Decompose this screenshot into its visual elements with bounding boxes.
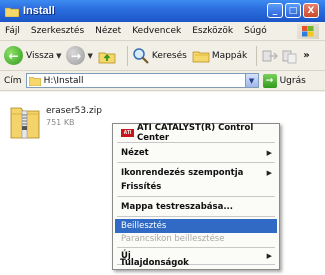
menu-item-paste-shortcut: Parancsikon beillesztése	[115, 232, 277, 246]
search-label: Keresés	[151, 50, 187, 61]
menu-item-properties[interactable]: Tulajdonságok	[114, 256, 276, 269]
menu-item-refresh[interactable]: Frissítés	[115, 180, 277, 194]
menu-separator	[117, 142, 275, 143]
menu-separator	[117, 196, 275, 197]
menu-favorites[interactable]: Kedvencek	[132, 26, 181, 36]
folder-icon	[5, 7, 19, 17]
menu-separator	[117, 247, 275, 248]
menu-item-label: Mappa testreszabása...	[121, 202, 234, 212]
explorer-window: Install _ □ X Fájl Szerkesztés Nézet Ked…	[0, 0, 325, 275]
menu-item-arrange-icons[interactable]: Ikonrendezés szempontja ▶	[115, 166, 277, 180]
menu-item-label: Frissítés	[121, 182, 162, 192]
address-input[interactable]: H:\Install ▼	[25, 73, 259, 88]
address-label: Cím	[4, 75, 22, 86]
go-arrow-icon: →	[262, 73, 277, 88]
submenu-arrow-icon: ▶	[266, 169, 272, 177]
zip-folder-icon	[10, 107, 40, 139]
window-title: Install	[23, 5, 55, 17]
more-chevron[interactable]: »	[303, 50, 309, 61]
menu-item-label: Nézet	[121, 148, 149, 158]
folders-button[interactable]: Mappák	[192, 47, 247, 65]
toolbar-separator	[256, 45, 258, 66]
folder-icon	[28, 76, 41, 86]
back-arrow-icon: ←	[4, 46, 23, 65]
menu-item-paste[interactable]: Beillesztés	[115, 219, 277, 233]
menu-item-label: Ikonrendezés szempontja	[121, 168, 244, 178]
title-bar[interactable]: Install _ □ X	[0, 0, 325, 22]
menu-bar: Fájl Szerkesztés Nézet Kedvencek Eszközö…	[0, 22, 325, 41]
toolbar-separator	[126, 45, 128, 66]
copy-to-icon[interactable]	[281, 47, 299, 65]
forward-button[interactable]: → ▼	[66, 46, 93, 65]
menu-item-customize-folder[interactable]: Mappa testreszabása...	[115, 200, 277, 214]
forward-arrow-icon: →	[66, 46, 86, 65]
context-menu: ATI ATI CATALYST(R) Control Center Nézet…	[112, 123, 280, 270]
menu-tools[interactable]: Eszközök	[192, 26, 233, 36]
folder-up-icon	[98, 52, 116, 63]
folders-icon	[192, 51, 210, 62]
move-to-icon[interactable]	[261, 47, 279, 65]
folders-label: Mappák	[211, 50, 248, 61]
menu-file[interactable]: Fájl	[5, 26, 20, 36]
file-item[interactable]: eraser53.zip 751 KB	[10, 102, 102, 140]
menu-view[interactable]: Nézet	[95, 26, 121, 36]
menu-item-label: ATI CATALYST(R) Control Center	[136, 123, 254, 143]
menu-item-label: Beillesztés	[121, 221, 167, 231]
menu-edit[interactable]: Szerkesztés	[31, 26, 84, 36]
dropdown-arrow-icon[interactable]: ▼	[56, 52, 61, 60]
menu-separator	[117, 216, 275, 217]
address-bar: Cím H:\Install ▼ → Ugrás	[0, 71, 325, 91]
back-label: Vissza	[26, 50, 55, 61]
search-icon	[133, 47, 149, 64]
up-button[interactable]	[98, 47, 118, 65]
submenu-arrow-icon: ▶	[266, 149, 272, 157]
maximize-button[interactable]: □	[285, 3, 301, 18]
address-path: H:\Install	[43, 75, 84, 86]
minimize-button[interactable]: _	[267, 3, 283, 18]
back-button[interactable]: ← Vissza ▼	[4, 46, 61, 65]
windows-logo	[297, 24, 319, 39]
file-name: eraser53.zip	[46, 106, 102, 116]
menu-item-ati-catalyst[interactable]: ATI ATI CATALYST(R) Control Center	[115, 123, 277, 143]
menu-separator	[117, 162, 275, 163]
menu-item-view[interactable]: Nézet ▶	[115, 146, 277, 160]
go-label: Ugrás	[279, 75, 306, 86]
menu-item-label: Tulajdonságok	[120, 257, 189, 268]
search-button[interactable]: Keresés	[132, 47, 187, 65]
address-dropdown-icon[interactable]: ▼	[244, 74, 258, 87]
windows-flag-icon	[302, 26, 314, 37]
file-size: 751 KB	[46, 118, 75, 127]
menu-item-label: Parancsikon beillesztése	[121, 234, 225, 244]
menu-help[interactable]: Súgó	[244, 26, 267, 36]
go-button[interactable]: → Ugrás	[262, 73, 306, 88]
ati-logo-icon: ATI	[121, 129, 134, 137]
toolbar: ← Vissza ▼ → ▼ Keresés Mappák »	[0, 41, 325, 71]
dropdown-arrow-icon[interactable]: ▼	[87, 52, 92, 60]
close-button[interactable]: X	[303, 3, 319, 18]
